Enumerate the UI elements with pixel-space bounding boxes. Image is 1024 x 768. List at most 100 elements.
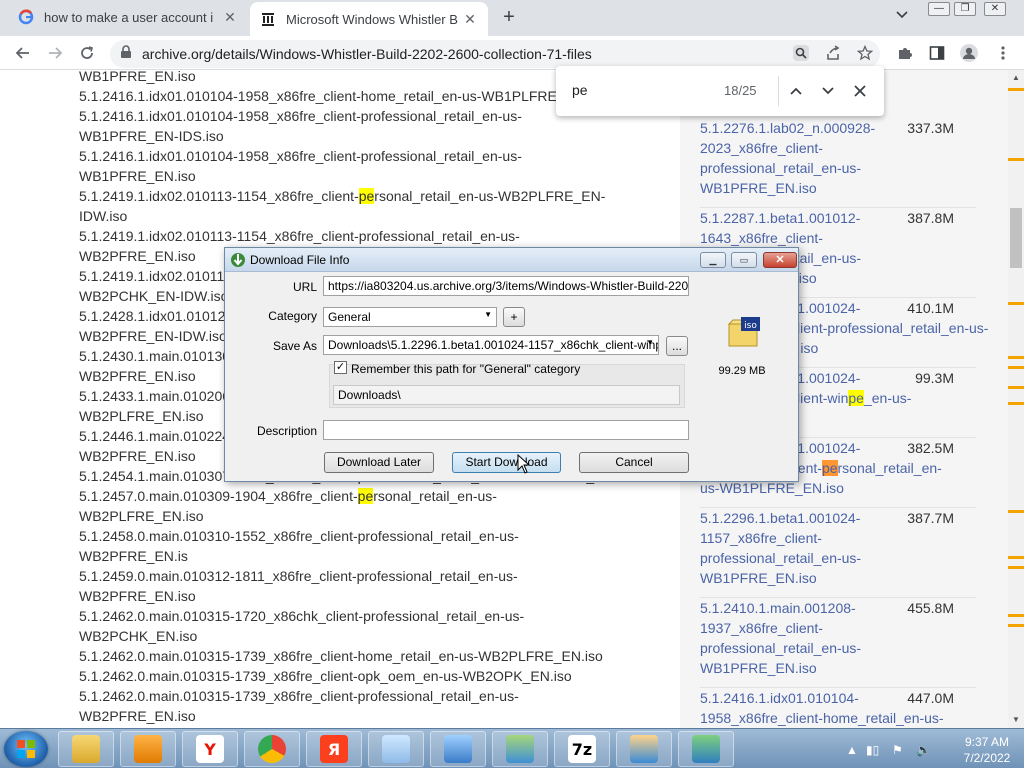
- url-label: URL: [292, 280, 317, 294]
- taskbar-app-internet-download-manager[interactable]: [678, 731, 734, 767]
- taskbar-app-yandex-browser[interactable]: Y: [182, 731, 238, 767]
- share-icon[interactable]: [822, 42, 844, 64]
- text-segment: 5.1.2462.0.main.010315-1720_x86chk_clien…: [79, 608, 525, 624]
- taskbar-app-notepad[interactable]: [368, 731, 424, 767]
- file-link-line[interactable]: professional_retail_en-us-: [700, 548, 875, 568]
- scroll-down-arrow-icon[interactable]: ▼: [1008, 712, 1024, 728]
- page-scrollbar[interactable]: ▲ ▼: [1008, 70, 1024, 728]
- taskbar-app-explorer-folder[interactable]: [58, 731, 114, 767]
- close-window-icon[interactable]: ✕: [984, 2, 1006, 16]
- back-arrow-icon[interactable]: [12, 42, 34, 64]
- taskbar-app-seven-zip[interactable]: 7z: [554, 731, 610, 767]
- find-match-marker: [1008, 158, 1024, 161]
- zoom-lens-icon[interactable]: [790, 42, 812, 64]
- download-file-link[interactable]: 5.1.2416.1.idx01.010104- 1958_x86fre_clie…: [700, 688, 944, 728]
- tab-search-chevron-icon[interactable]: [896, 8, 908, 22]
- dialog-titlebar[interactable]: Download File Info ▁ ▭ ✕: [225, 248, 798, 272]
- show-hidden-icons-icon[interactable]: ▲: [846, 743, 858, 757]
- network-icon[interactable]: ▮▯: [866, 743, 879, 757]
- text-segment: WB2PCHK_EN-IDW.iso: [79, 288, 229, 304]
- close-tab-icon[interactable]: ✕: [462, 11, 478, 28]
- file-link-line[interactable]: 5.1.2296.1.beta1.001024-: [700, 508, 875, 528]
- forward-arrow-icon[interactable]: [44, 42, 66, 64]
- text-segment: 5.1.2458.0.main.010310-1552_x86fre_clien…: [79, 528, 519, 544]
- file-link-line[interactable]: 1643_x86fre_client-: [700, 228, 875, 248]
- category-select[interactable]: General ▼: [323, 307, 497, 327]
- volume-icon[interactable]: 🔈: [916, 743, 931, 757]
- start-download-button[interactable]: Start Download: [452, 452, 561, 473]
- find-match-marker: [1008, 566, 1024, 569]
- add-category-button[interactable]: +: [503, 307, 525, 327]
- browse-button[interactable]: ...: [666, 336, 688, 356]
- new-tab-button[interactable]: +: [498, 6, 520, 29]
- scroll-thumb[interactable]: [1010, 208, 1022, 268]
- file-link-line[interactable]: 5.1.2416.1.idx01.010104-: [700, 688, 875, 708]
- find-close-icon[interactable]: [848, 79, 872, 103]
- remember-path-checkbox[interactable]: ✓: [334, 361, 347, 374]
- text-segment: 5.1.2462.0.main.010315-1739_x86fre_clien…: [79, 688, 519, 704]
- action-center-flag-icon[interactable]: ⚑: [892, 743, 903, 757]
- find-input[interactable]: [572, 82, 712, 98]
- dialog-close-icon[interactable]: ✕: [763, 252, 797, 268]
- bookmark-star-icon[interactable]: [854, 42, 876, 64]
- find-match-marker: [1008, 88, 1024, 91]
- taskbar-app-network-app[interactable]: [616, 731, 672, 767]
- text-segment: WB2PLFRE_EN.iso: [79, 408, 204, 424]
- profile-avatar-icon[interactable]: [958, 42, 980, 64]
- clock-time[interactable]: 9:37 AM: [954, 735, 1020, 749]
- text-segment: 1937_x86fre_client-: [700, 620, 823, 636]
- save-as-label: Save As: [272, 339, 317, 353]
- start-button[interactable]: [4, 731, 48, 767]
- dialog-minimize-icon[interactable]: ▁: [700, 252, 726, 268]
- find-match-marker: [1008, 356, 1024, 359]
- file-link-line[interactable]: 1157_x86fre_client-: [700, 528, 875, 548]
- clock-date[interactable]: 7/2/2022: [954, 751, 1020, 765]
- text-segment: 5.1.2276.1.lab02_n.000928-: [700, 120, 876, 136]
- cancel-button[interactable]: Cancel: [579, 452, 689, 473]
- kebab-menu-icon[interactable]: [992, 42, 1014, 64]
- taskbar-app-media-player[interactable]: [120, 731, 176, 767]
- file-link-line[interactable]: professional_retail_en-us-: [700, 638, 875, 658]
- file-link-line[interactable]: 5.1.2276.1.lab02_n.000928-: [700, 118, 875, 138]
- media-player-icon: [134, 735, 162, 763]
- text-segment: 5.1.2410.1.main.001208-: [700, 600, 856, 616]
- taskbar-app-chrome[interactable]: [244, 731, 300, 767]
- address-text[interactable]: archive.org/details/Windows-Whistler-Bui…: [142, 46, 592, 62]
- file-link-line[interactable]: 2023_x86fre_client-: [700, 138, 875, 158]
- find-next-icon[interactable]: [816, 79, 840, 103]
- taskbar-app-image-viewer[interactable]: [430, 731, 486, 767]
- file-link-line[interactable]: 1937_x86fre_client-: [700, 618, 875, 638]
- tab-google-search[interactable]: how to make a user account in h ✕: [8, 0, 248, 34]
- extensions-puzzle-icon[interactable]: [894, 42, 916, 64]
- find-match-count: 18/25: [724, 83, 757, 98]
- file-link-line[interactable]: WB1PFRE_EN.iso: [700, 568, 875, 588]
- address-bar[interactable]: archive.org/details/Windows-Whistler-Bui…: [110, 40, 880, 68]
- file-link-line[interactable]: 1958_x86fre_client-home_retail_en-us-: [700, 708, 944, 728]
- file-link-line[interactable]: WB1PFRE_EN.iso: [700, 658, 875, 678]
- reload-icon[interactable]: [76, 42, 98, 64]
- restore-icon[interactable]: ❐: [954, 2, 976, 16]
- find-previous-icon[interactable]: [784, 79, 808, 103]
- file-link-line[interactable]: professional_retail_en-us-: [700, 158, 875, 178]
- download-file-link[interactable]: 5.1.2296.1.beta1.001024- 1157_x86fre_clie…: [700, 508, 875, 588]
- side-panel-icon[interactable]: [926, 42, 948, 64]
- taskbar-app-yandex[interactable]: Я: [306, 731, 362, 767]
- url-field[interactable]: https://ia803204.us.archive.org/3/items/…: [323, 276, 689, 296]
- remember-path-label[interactable]: Remember this path for "General" categor…: [351, 362, 580, 376]
- file-link-line[interactable]: WB1PFRE_EN.iso: [700, 178, 875, 198]
- lock-icon[interactable]: [120, 44, 132, 64]
- download-later-button[interactable]: Download Later: [324, 452, 434, 473]
- close-tab-icon[interactable]: ✕: [222, 9, 238, 26]
- text-segment: 5.1.2462.0.main.010315-1739_x86fre_clien…: [79, 648, 603, 664]
- save-as-select[interactable]: Downloads\5.1.2296.1.beta1.001024-1157_x…: [323, 335, 659, 355]
- description-field[interactable]: [323, 420, 689, 440]
- dialog-maximize-icon[interactable]: ▭: [731, 252, 757, 268]
- file-link-line[interactable]: 5.1.2287.1.beta1.001012-: [700, 208, 875, 228]
- minimize-icon[interactable]: —: [928, 2, 950, 16]
- file-link-line[interactable]: 5.1.2410.1.main.001208-: [700, 598, 875, 618]
- taskbar-app-control-panel[interactable]: [492, 731, 548, 767]
- download-file-link[interactable]: 5.1.2410.1.main.001208- 1937_x86fre_clien…: [700, 598, 875, 678]
- tab-archive-org[interactable]: Microsoft Windows Whistler Buil ✕: [250, 2, 488, 36]
- download-file-link[interactable]: 5.1.2276.1.lab02_n.000928- 2023_x86fre_cl…: [700, 118, 875, 198]
- scroll-up-arrow-icon[interactable]: ▲: [1008, 70, 1024, 86]
